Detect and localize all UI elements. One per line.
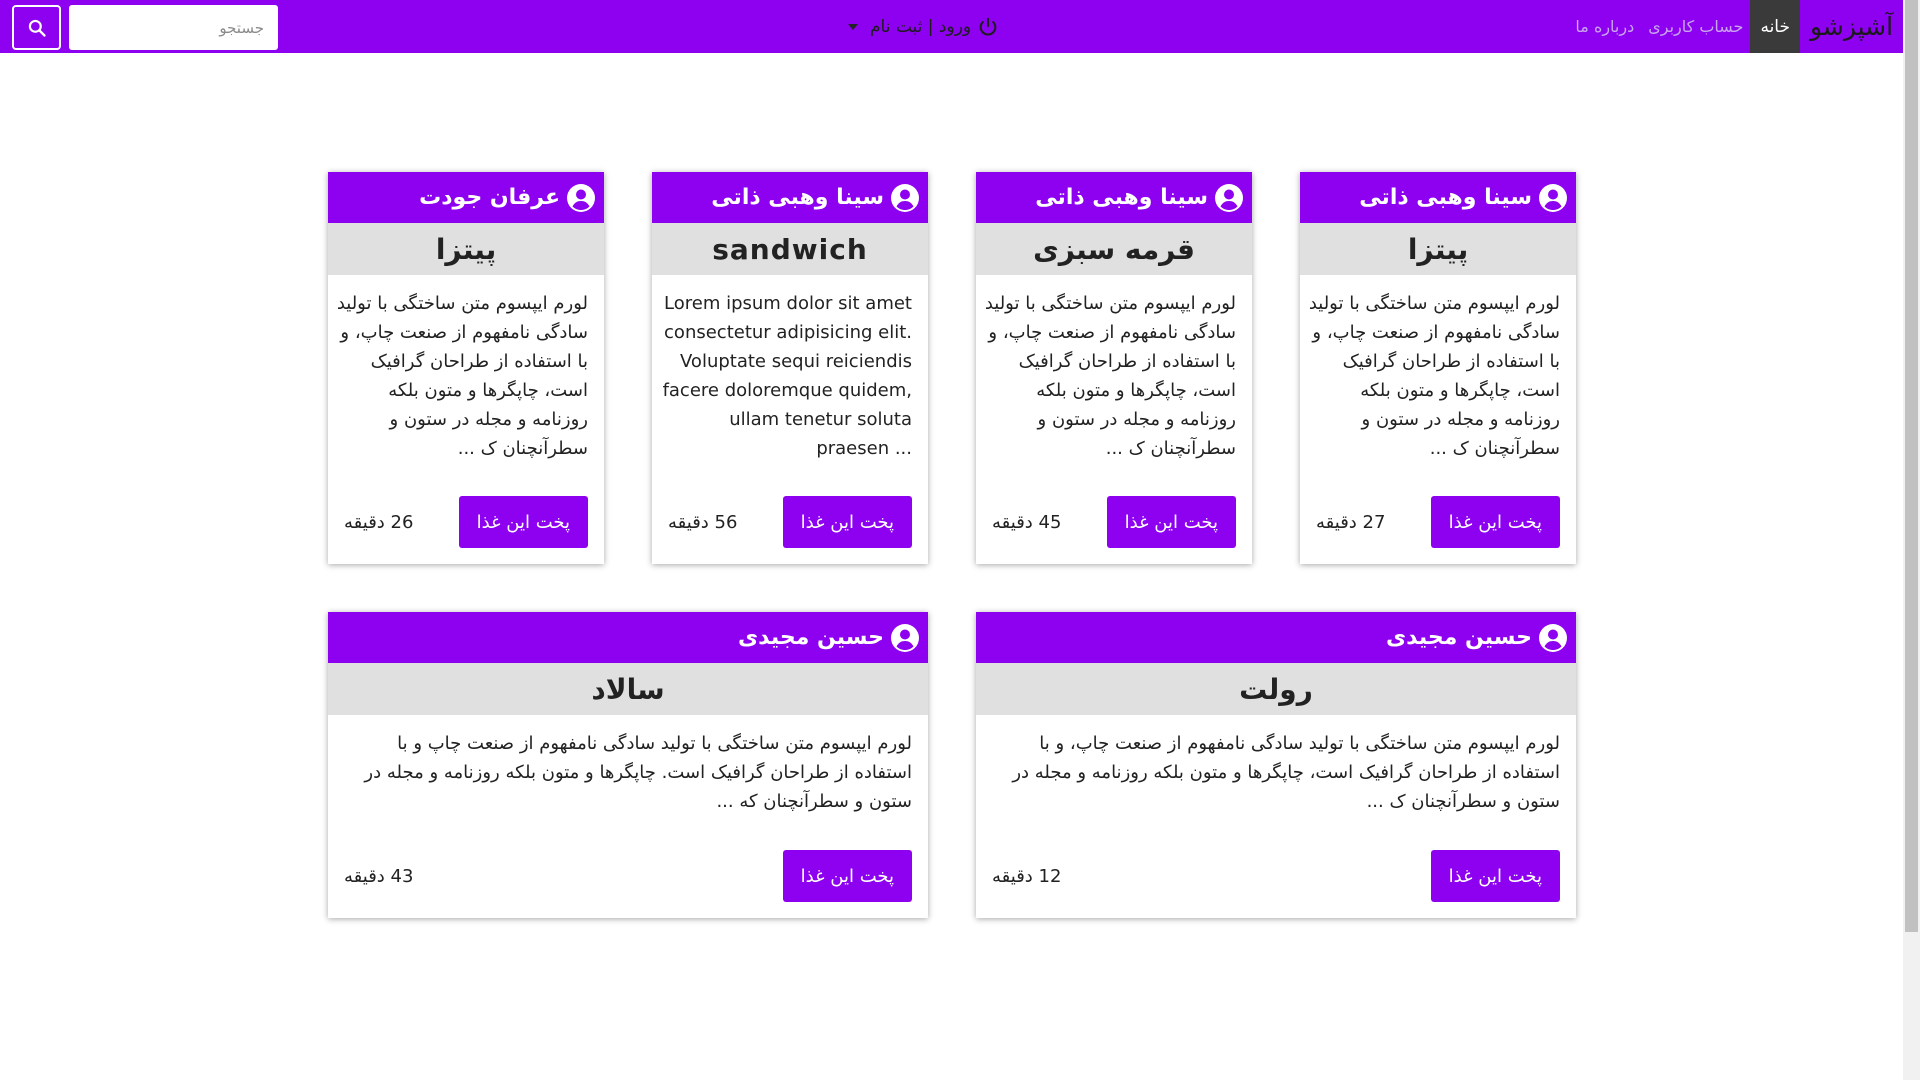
card-footer: پخت این غذا 26 دقیقه [328,496,604,548]
top-navbar: آشپزشو خانه حساب کاربری درباره ما ورود |… [0,0,1903,53]
page-scrollbar[interactable] [1903,0,1920,1080]
card-author: عرفان جودت [328,172,604,223]
card-footer: پخت این غذا 27 دقیقه [1300,496,1576,548]
recipe-card: سینا وهبی ذاتی sandwich Lorem ipsum dolo… [652,172,928,564]
author-name: حسین مجیدی [737,625,884,650]
brand-logo[interactable]: آشپزشو [1800,0,1903,53]
author-name: سینا وهبی ذاتی [711,185,884,210]
recipe-card: سینا وهبی ذاتی پیتزا لورم ایپسوم متن ساخ… [1300,172,1576,564]
cook-duration: 45 دقیقه [992,511,1062,533]
scrollbar-thumb[interactable] [1905,0,1918,932]
recipe-title: پیتزا [328,223,604,275]
recipe-card: سینا وهبی ذاتی قرمه سبزی لورم ایپسوم متن… [976,172,1252,564]
cook-duration: 26 دقیقه [344,511,414,533]
login-register-label: ورود | ثبت نام [870,16,972,37]
recipe-description: لورم ایپسوم متن ساختگی با تولید سادگی نا… [984,293,1236,459]
user-circle-icon [891,623,919,652]
recipe-card: حسین مجیدی رولت لورم ایپسوم متن ساختگی ب… [976,612,1576,918]
card-author: سینا وهبی ذاتی [1300,172,1576,223]
recipe-title: قرمه سبزی [976,223,1252,275]
author-name: سینا وهبی ذاتی [1359,185,1532,210]
nav-link-account[interactable]: حساب کاربری [1641,0,1750,53]
recipe-description: لورم ایپسوم متن ساختگی با تولید سادگی نا… [364,733,912,812]
user-circle-icon [1215,183,1243,212]
recipe-description: Lorem ipsum dolor sit amet consectetur a… [662,293,912,459]
search-button[interactable] [12,5,61,50]
nav-link-home[interactable]: خانه [1750,0,1800,53]
author-name: حسین مجیدی [1385,625,1532,650]
card-author: سینا وهبی ذاتی [652,172,928,223]
cook-duration: 27 دقیقه [1316,511,1386,533]
cook-duration: 43 دقیقه [344,865,414,887]
card-author: سینا وهبی ذاتی [976,172,1252,223]
recipe-card: حسین مجیدی سالاد لورم ایپسوم متن ساختگی … [328,612,928,918]
card-footer: پخت این غذا 45 دقیقه [976,496,1252,548]
card-author: حسین مجیدی [328,612,928,663]
recipe-title: رولت [976,663,1576,715]
user-circle-icon [567,183,595,212]
card-footer: پخت این غذا 12 دقیقه [976,850,1576,902]
cook-duration: 56 دقیقه [668,511,738,533]
author-name: سینا وهبی ذاتی [1035,185,1208,210]
recipe-title: سالاد [328,663,928,715]
nav-link-about[interactable]: درباره ما [1568,0,1641,53]
recipe-description: لورم ایپسوم متن ساختگی با تولید سادگی نا… [1012,733,1560,812]
card-footer: پخت این غذا 43 دقیقه [328,850,928,902]
recipe-title: sandwich [652,223,928,275]
search-input[interactable] [69,5,278,50]
recipe-description: لورم ایپسوم متن ساختگی با تولید سادگی نا… [1308,293,1560,459]
cook-recipe-button[interactable]: پخت این غذا [782,850,912,902]
search-icon [28,19,46,37]
login-register-dropdown[interactable]: ورود | ثبت نام [848,0,999,53]
cook-recipe-button[interactable]: پخت این غذا [1430,496,1560,548]
caret-down-icon [848,23,858,30]
cook-recipe-button[interactable]: پخت این غذا [1106,496,1236,548]
nav-links: خانه حساب کاربری درباره ما [1568,0,1800,53]
power-icon [979,17,997,36]
author-name: عرفان جودت [419,185,560,210]
user-circle-icon [891,183,919,212]
recipe-description: لورم ایپسوم متن ساختگی با تولید سادگی نا… [336,293,588,459]
card-footer: پخت این غذا 56 دقیقه [652,496,928,548]
cook-recipe-button[interactable]: پخت این غذا [1430,850,1560,902]
cook-duration: 12 دقیقه [992,865,1062,887]
user-circle-icon [1539,623,1567,652]
recipe-title: پیتزا [1300,223,1576,275]
cook-recipe-button[interactable]: پخت این غذا [458,496,588,548]
user-circle-icon [1539,183,1567,212]
card-author: حسین مجیدی [976,612,1576,663]
cook-recipe-button[interactable]: پخت این غذا [782,496,912,548]
recipe-card: عرفان جودت پیتزا لورم ایپسوم متن ساختگی … [328,172,604,564]
